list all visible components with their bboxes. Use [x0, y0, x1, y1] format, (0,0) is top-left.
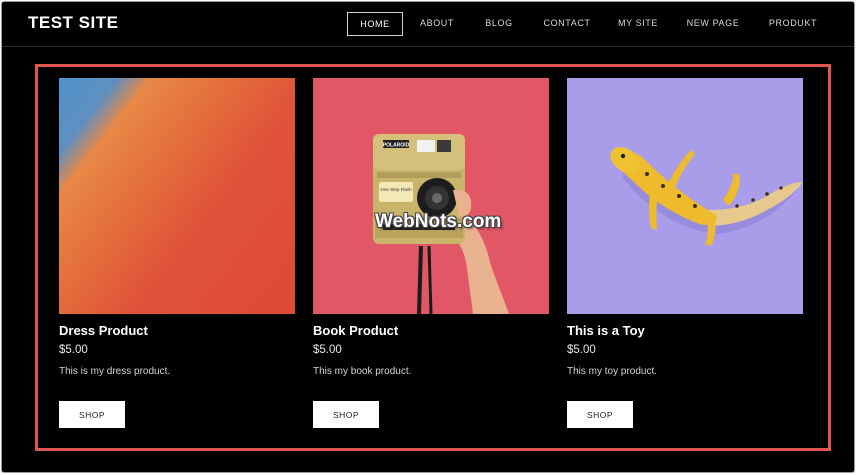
gecko-illustration: [610, 147, 803, 246]
dress-product-image[interactable]: [59, 78, 295, 314]
nav-item-home[interactable]: HOME: [347, 12, 403, 36]
nav-item-new-page[interactable]: NEW PAGE: [681, 12, 745, 34]
nav-item-produkt[interactable]: PRODUKT: [763, 12, 823, 34]
site-header: TEST SITE HOME ABOUT BLOG CONTACT MY SIT…: [2, 2, 854, 47]
toy-product-image[interactable]: [567, 78, 803, 314]
product-price: $5.00: [313, 344, 342, 356]
page-frame: TEST SITE HOME ABOUT BLOG CONTACT MY SIT…: [1, 1, 855, 473]
product-title[interactable]: Book Product: [313, 323, 398, 338]
shop-button[interactable]: SHOP: [313, 401, 379, 428]
shop-button[interactable]: SHOP: [59, 401, 125, 428]
product-description: This my book product.: [313, 366, 412, 377]
product-description: This my toy product.: [567, 366, 658, 377]
watermark-text: WebNots.com: [375, 211, 502, 232]
product-price: $5.00: [567, 344, 596, 356]
product-title[interactable]: Dress Product: [59, 323, 148, 338]
book-product-image[interactable]: POLAROID One Step Flash: [313, 78, 549, 314]
nav-item-blog[interactable]: BLOG: [478, 12, 520, 34]
nav-item-contact[interactable]: CONTACT: [538, 12, 596, 34]
main-nav: HOME ABOUT BLOG CONTACT MY SITE NEW PAGE…: [2, 2, 854, 46]
camera-in-hand-illustration: POLAROID One Step Flash: [373, 134, 509, 314]
product-card-toy[interactable]: This is a Toy $5.00 This my toy product.…: [567, 78, 803, 428]
product-title[interactable]: This is a Toy: [567, 323, 645, 338]
shop-button[interactable]: SHOP: [567, 401, 633, 428]
product-card-dress[interactable]: Dress Product $5.00 This is my dress pro…: [59, 78, 295, 428]
camera-brand-text: POLAROID: [383, 143, 410, 149]
product-price: $5.00: [59, 344, 88, 356]
product-description: This is my dress product.: [59, 366, 171, 377]
camera-button-text: One Step Flash: [380, 187, 412, 192]
nav-item-my-site[interactable]: MY SITE: [613, 12, 663, 34]
product-card-book[interactable]: POLAROID One Step Flash Book Product $5.…: [313, 78, 549, 428]
nav-item-about[interactable]: ABOUT: [414, 12, 460, 34]
